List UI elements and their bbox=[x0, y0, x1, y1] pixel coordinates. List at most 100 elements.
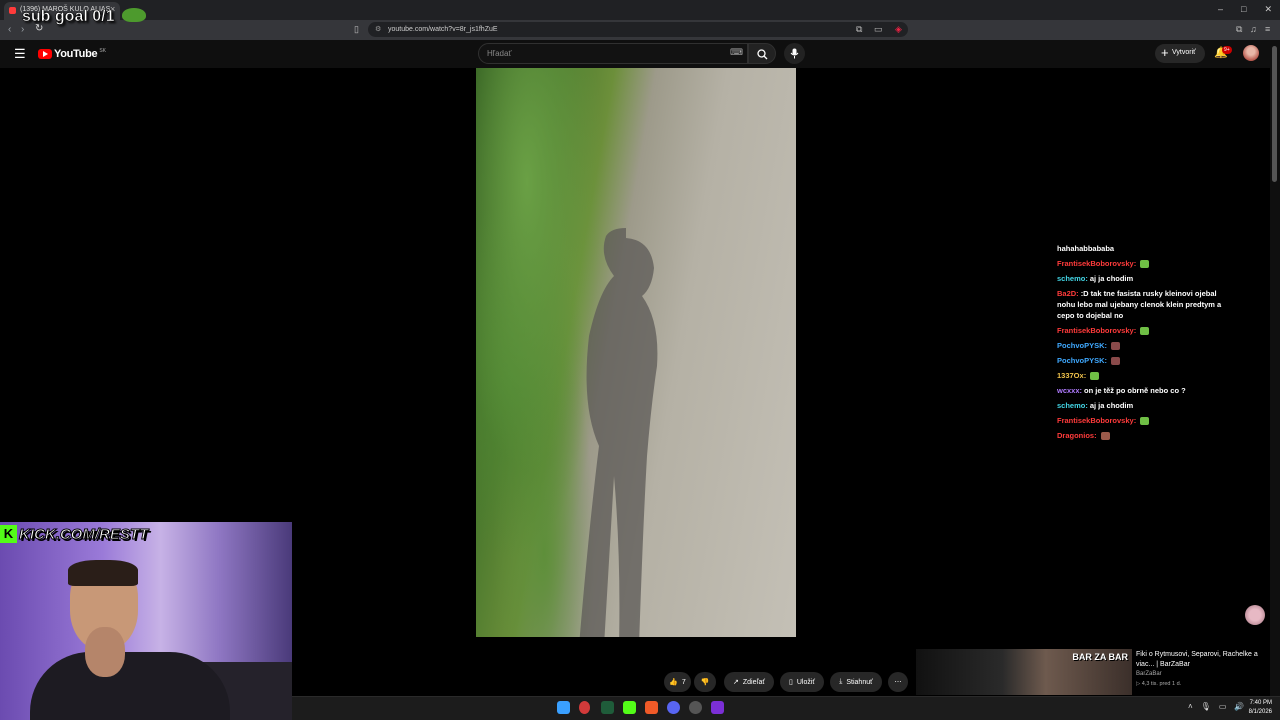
sub-goal-overlay: sub goal 0/1 bbox=[22, 8, 115, 26]
download-button[interactable]: ⤓ Stiahnuť bbox=[830, 672, 882, 692]
youtube-logo[interactable]: YouTube SK bbox=[38, 48, 106, 60]
cast-icon[interactable]: ▭ bbox=[874, 24, 883, 35]
voice-search-button[interactable] bbox=[784, 43, 805, 64]
hamburger-menu-icon[interactable]: ☰ bbox=[14, 46, 26, 62]
floating-avatar bbox=[1245, 605, 1265, 625]
notification-badge: 9+ bbox=[1222, 46, 1232, 54]
media-icon[interactable]: ♫ bbox=[1250, 24, 1257, 34]
dislike-button[interactable]: 👎 bbox=[694, 672, 716, 692]
create-label: Vytvoriť bbox=[1172, 49, 1196, 56]
recommended-meta: ▷ 4,3 tis. pred 1 d. bbox=[1136, 681, 1182, 687]
chat-username[interactable]: PochvoPYSK: bbox=[1057, 356, 1107, 365]
chat-username[interactable]: FrantisekBoborovsky: bbox=[1057, 326, 1136, 335]
webcam-shirt bbox=[30, 652, 230, 720]
minimize-button[interactable]: – bbox=[1218, 4, 1223, 15]
chat-message: hahahabbababa bbox=[1057, 243, 1227, 254]
app-icon[interactable] bbox=[711, 701, 724, 714]
chat-username[interactable]: FrantisekBoborovsky: bbox=[1057, 259, 1136, 268]
taskbar-clock[interactable]: 7:40 PM 8/1/2026 bbox=[1238, 699, 1272, 717]
window-controls: – □ ✕ bbox=[1218, 4, 1272, 15]
browser-menu-icon[interactable]: ≡ bbox=[1265, 24, 1270, 34]
chat-username[interactable]: PochvoPYSK: bbox=[1057, 341, 1107, 350]
like-button[interactable]: 👍 7 bbox=[664, 672, 691, 692]
brave-browser-icon[interactable] bbox=[645, 701, 658, 714]
maps-pin-icon[interactable] bbox=[579, 701, 590, 714]
url-text: youtube.com/watch?v=8r_js1fhZuE bbox=[388, 26, 498, 33]
microphone-icon bbox=[790, 48, 799, 59]
more-icon: ⋯ bbox=[894, 679, 902, 686]
share-label: Zdieľať bbox=[742, 678, 766, 686]
windows-start-icon[interactable] bbox=[557, 701, 570, 714]
chat-text: aj ja chodim bbox=[1089, 401, 1134, 410]
obs-icon[interactable] bbox=[689, 701, 702, 714]
chat-message: 1337Ox: bbox=[1057, 370, 1227, 381]
chat-message: FrantisekBoborovsky: bbox=[1057, 415, 1227, 426]
microphone-tray-icon[interactable]: 🎙 bbox=[1201, 702, 1211, 711]
maximize-button[interactable]: □ bbox=[1241, 4, 1246, 15]
video-player[interactable] bbox=[476, 68, 796, 637]
recommended-thumbnail[interactable]: BAR ZA BAR bbox=[916, 649, 1132, 695]
site-info-icon[interactable]: ⚙ bbox=[375, 25, 381, 33]
chat-message: Dragonios: bbox=[1057, 430, 1227, 441]
chat-emote-icon bbox=[1140, 417, 1150, 426]
chat-text: :D tak tne fasista rusky kleinovi ojebal… bbox=[1057, 289, 1222, 320]
chat-text: on je těž po obrně nebo co ? bbox=[1084, 386, 1186, 395]
save-bookmark-icon: ▯ bbox=[788, 679, 793, 686]
youtube-logo-text: YouTube bbox=[54, 48, 98, 60]
chat-message: wcxxx: on je těž po obrně nebo co ? bbox=[1057, 385, 1227, 396]
brave-shield-icon[interactable]: ◈ bbox=[895, 24, 902, 35]
account-avatar[interactable] bbox=[1243, 45, 1259, 61]
chat-username[interactable]: schemo: bbox=[1057, 274, 1088, 283]
barzabar-logo: BAR ZA BAR bbox=[1072, 652, 1128, 662]
bookmark-icon[interactable]: ▯ bbox=[354, 24, 359, 35]
scrollbar-thumb[interactable] bbox=[1272, 46, 1277, 182]
search-placeholder: Hľadať bbox=[487, 49, 512, 58]
share-arrow-icon: ↗ bbox=[732, 679, 739, 686]
search-input[interactable]: Hľadať bbox=[478, 43, 748, 64]
chat-username[interactable]: 1337Ox: bbox=[1057, 371, 1086, 380]
more-actions-button[interactable]: ⋯ bbox=[888, 672, 908, 692]
download-label: Stiahnuť bbox=[846, 678, 873, 686]
system-tray: ˄ 🎙 ▭ 🔊 bbox=[1188, 702, 1244, 711]
chat-username[interactable]: Dragonios: bbox=[1057, 431, 1097, 440]
kick-letter-icon: K bbox=[0, 525, 17, 543]
back-arrow-icon[interactable]: ‹ bbox=[8, 24, 11, 35]
extensions-icon[interactable]: ⧉ bbox=[1236, 24, 1242, 35]
chat-username[interactable]: wcxxx: bbox=[1057, 386, 1082, 395]
chat-username[interactable]: hahahabbababa bbox=[1057, 244, 1114, 253]
discord-icon[interactable] bbox=[667, 701, 680, 714]
chat-message: schemo: aj ja chodim bbox=[1057, 400, 1227, 411]
chat-emote-icon bbox=[1140, 327, 1150, 336]
share-button[interactable]: ↗ Zdieľať bbox=[724, 672, 774, 692]
video-shadow-figure bbox=[579, 228, 658, 637]
browser-tab-bar bbox=[0, 0, 1280, 20]
close-window-button[interactable]: ✕ bbox=[1264, 4, 1272, 15]
search-button[interactable] bbox=[748, 43, 776, 64]
webcam-hand bbox=[85, 627, 125, 677]
chat-username[interactable]: Ba2D: bbox=[1057, 289, 1079, 298]
chevron-up-icon[interactable]: ˄ bbox=[1188, 702, 1193, 711]
chat-username[interactable]: schemo: bbox=[1057, 401, 1088, 410]
save-button[interactable]: ▯ Uložiť bbox=[780, 672, 824, 692]
youtube-favicon-icon bbox=[9, 7, 16, 14]
chat-username[interactable]: FrantisekBoborovsky: bbox=[1057, 416, 1136, 425]
create-button[interactable]: + Vytvoriť bbox=[1155, 44, 1205, 63]
region-code: SK bbox=[99, 48, 106, 54]
excel-icon[interactable] bbox=[601, 701, 614, 714]
kick-app-icon[interactable] bbox=[623, 701, 636, 714]
chat-emote-icon bbox=[1140, 260, 1150, 269]
kick-url-text: KICK.COM/RESTT bbox=[18, 525, 149, 543]
network-icon[interactable]: ▭ bbox=[1219, 702, 1227, 711]
download-icon: ⤓ bbox=[839, 678, 843, 685]
address-bar[interactable]: ⚙ youtube.com/watch?v=8r_js1fhZuE bbox=[368, 22, 908, 37]
keyboard-icon[interactable]: ⌨ bbox=[730, 47, 743, 58]
chat-message: FrantisekBoborovsky: bbox=[1057, 258, 1227, 269]
chat-message: PochvoPYSK: bbox=[1057, 340, 1227, 351]
search-icon bbox=[757, 49, 768, 60]
chat-message: Ba2D::D tak tne fasista rusky kleinovi o… bbox=[1057, 288, 1227, 321]
youtube-play-icon bbox=[38, 49, 52, 59]
like-count: 7 bbox=[681, 678, 686, 686]
translate-icon[interactable]: ⧉ bbox=[856, 24, 862, 35]
recommended-channel[interactable]: BarZaBar bbox=[1136, 671, 1162, 677]
recommended-title[interactable]: Fiki o Rytmusovi, Separovi, Rachelke a v… bbox=[1136, 650, 1261, 670]
